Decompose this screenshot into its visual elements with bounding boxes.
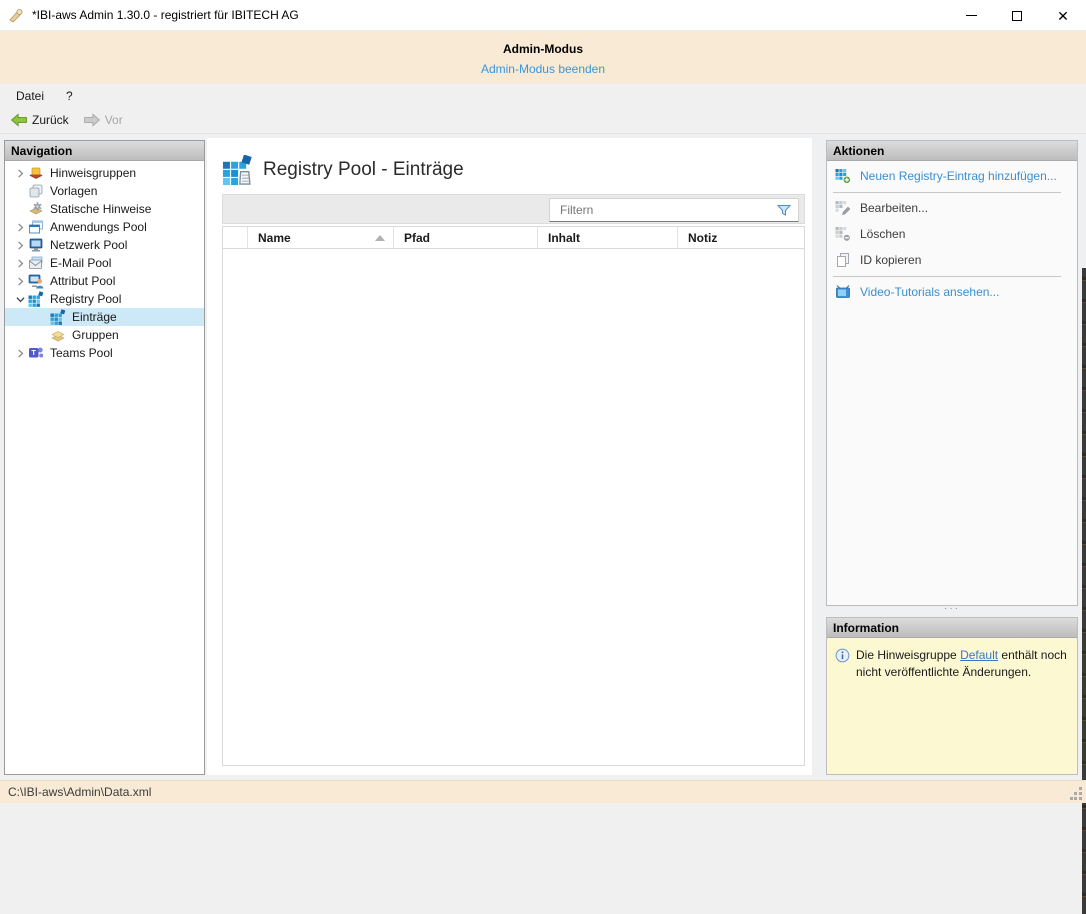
table-header-row: Name Pfad Inhalt Notiz (223, 227, 804, 249)
main-content: Registry Pool - Einträge Name Pfad Inhal… (207, 138, 812, 775)
registry-pool-icon (28, 291, 44, 307)
delete-icon (835, 226, 851, 242)
entries-table: Name Pfad Inhalt Notiz (222, 226, 805, 766)
chevron-down-icon[interactable] (13, 295, 28, 304)
maximize-icon (1012, 11, 1022, 21)
navigation-header: Navigation (5, 141, 204, 161)
arrow-left-icon (10, 113, 28, 127)
nav-item-netzwerk-pool[interactable]: Netzwerk Pool (5, 236, 204, 254)
tv-icon (835, 284, 851, 300)
separator (833, 276, 1061, 277)
chevron-right-icon[interactable] (13, 169, 28, 178)
back-button[interactable]: Zurück (4, 111, 75, 129)
templates-icon (28, 183, 44, 199)
email-pool-icon (28, 255, 44, 271)
desktop-edge-sliver (1082, 268, 1086, 914)
sort-ascending-icon (375, 235, 385, 241)
exit-admin-mode-link[interactable]: Admin-Modus beenden (481, 62, 605, 76)
nav-item-teams-pool[interactable]: T Teams Pool (5, 344, 204, 362)
minimize-button[interactable] (948, 0, 994, 31)
add-registry-entry-icon (835, 168, 851, 184)
attribute-pool-icon (28, 273, 44, 289)
static-notices-icon (28, 201, 44, 217)
column-header-inhalt[interactable]: Inhalt (538, 227, 678, 248)
actions-panel: Aktionen Neuen Registry-Eintrag hinzufüg… (826, 140, 1078, 606)
data-file-path: C:\IBI-aws\Admin\Data.xml (8, 785, 151, 799)
actions-header: Aktionen (827, 141, 1077, 161)
admin-mode-title: Admin-Modus (0, 31, 1086, 56)
application-pool-icon (28, 219, 44, 235)
statusbar: C:\IBI-aws\Admin\Data.xml (0, 780, 1086, 803)
nav-item-gruppen[interactable]: Gruppen (5, 326, 204, 344)
nav-item-registry-pool[interactable]: Registry Pool (5, 290, 204, 308)
filter-bar (222, 194, 805, 224)
groups-icon (50, 327, 66, 343)
video-tutorials-link[interactable]: Video-Tutorials ansehen... (827, 281, 1077, 303)
copy-icon (835, 252, 851, 268)
network-pool-icon (28, 237, 44, 253)
add-registry-entry-button[interactable]: Neuen Registry-Eintrag hinzufügen... (827, 165, 1077, 187)
app-window: *IBI-aws Admin 1.30.0 - registriert für … (0, 0, 1086, 803)
menu-help[interactable]: ? (57, 86, 82, 106)
filter-input[interactable] (550, 200, 776, 220)
nav-item-vorlagen[interactable]: Vorlagen (5, 182, 204, 200)
page-title: Registry Pool - Einträge (263, 159, 464, 181)
column-header-name[interactable]: Name (248, 227, 394, 248)
chevron-right-icon[interactable] (13, 349, 28, 358)
filter-icon[interactable] (776, 202, 792, 218)
menubar: Datei ? (0, 84, 1086, 107)
information-header: Information (827, 618, 1077, 638)
registry-entries-title-icon (222, 155, 253, 186)
nav-item-attribut-pool[interactable]: Attribut Pool (5, 272, 204, 290)
menu-datei[interactable]: Datei (7, 86, 53, 106)
table-body-empty (223, 249, 804, 765)
admin-mode-banner: Admin-Modus Admin-Modus beenden (0, 31, 1086, 84)
close-icon: ✕ (1057, 9, 1069, 23)
registry-entries-icon (50, 309, 66, 325)
navigation-panel: Navigation Hinweisgruppen Vorlagen Stati… (4, 140, 205, 775)
delete-button[interactable]: Löschen (827, 223, 1077, 245)
default-group-link[interactable]: Default (960, 648, 998, 662)
nav-item-email-pool[interactable]: E-Mail Pool (5, 254, 204, 272)
column-header-notiz[interactable]: Notiz (678, 227, 804, 248)
close-button[interactable]: ✕ (1040, 0, 1086, 31)
teams-pool-icon: T (28, 345, 44, 361)
info-icon (835, 648, 850, 663)
copy-id-button[interactable]: ID kopieren (827, 249, 1077, 271)
toolbar: Zurück Vor (0, 107, 1086, 134)
edit-icon (835, 200, 851, 216)
svg-text:T: T (31, 348, 36, 357)
information-panel: Information Die Hinweisgruppe Default en… (826, 617, 1078, 775)
resize-grip[interactable] (1070, 787, 1083, 800)
minimize-icon (966, 15, 977, 16)
separator (833, 192, 1061, 193)
back-label: Zurück (32, 113, 69, 127)
column-header-pfad[interactable]: Pfad (394, 227, 538, 248)
forward-label: Vor (105, 113, 123, 127)
row-indicator-column (223, 227, 248, 248)
edit-button[interactable]: Bearbeiten... (827, 197, 1077, 219)
chevron-right-icon[interactable] (13, 223, 28, 232)
forward-button[interactable]: Vor (77, 111, 129, 129)
filter-field (549, 198, 799, 222)
chevron-right-icon[interactable] (13, 277, 28, 286)
workspace: Navigation Hinweisgruppen Vorlagen Stati… (0, 134, 1086, 780)
nav-item-eintraege[interactable]: Einträge (5, 308, 204, 326)
window-titlebar: *IBI-aws Admin 1.30.0 - registriert für … (0, 0, 1086, 31)
right-panel: Aktionen Neuen Registry-Eintrag hinzufüg… (826, 140, 1078, 775)
nav-item-statische-hinweise[interactable]: Statische Hinweise (5, 200, 204, 218)
nav-item-hinweisgruppen[interactable]: Hinweisgruppen (5, 164, 204, 182)
information-message: Die Hinweisgruppe Default enthält noch n… (856, 647, 1069, 682)
arrow-right-icon (83, 113, 101, 127)
panel-splitter-handle[interactable]: ··· (826, 606, 1078, 616)
nav-item-anwendungs-pool[interactable]: Anwendungs Pool (5, 218, 204, 236)
notice-groups-icon (28, 165, 44, 181)
app-icon (8, 7, 24, 23)
maximize-button[interactable] (994, 0, 1040, 31)
chevron-right-icon[interactable] (13, 259, 28, 268)
chevron-right-icon[interactable] (13, 241, 28, 250)
window-title: *IBI-aws Admin 1.30.0 - registriert für … (32, 8, 299, 22)
